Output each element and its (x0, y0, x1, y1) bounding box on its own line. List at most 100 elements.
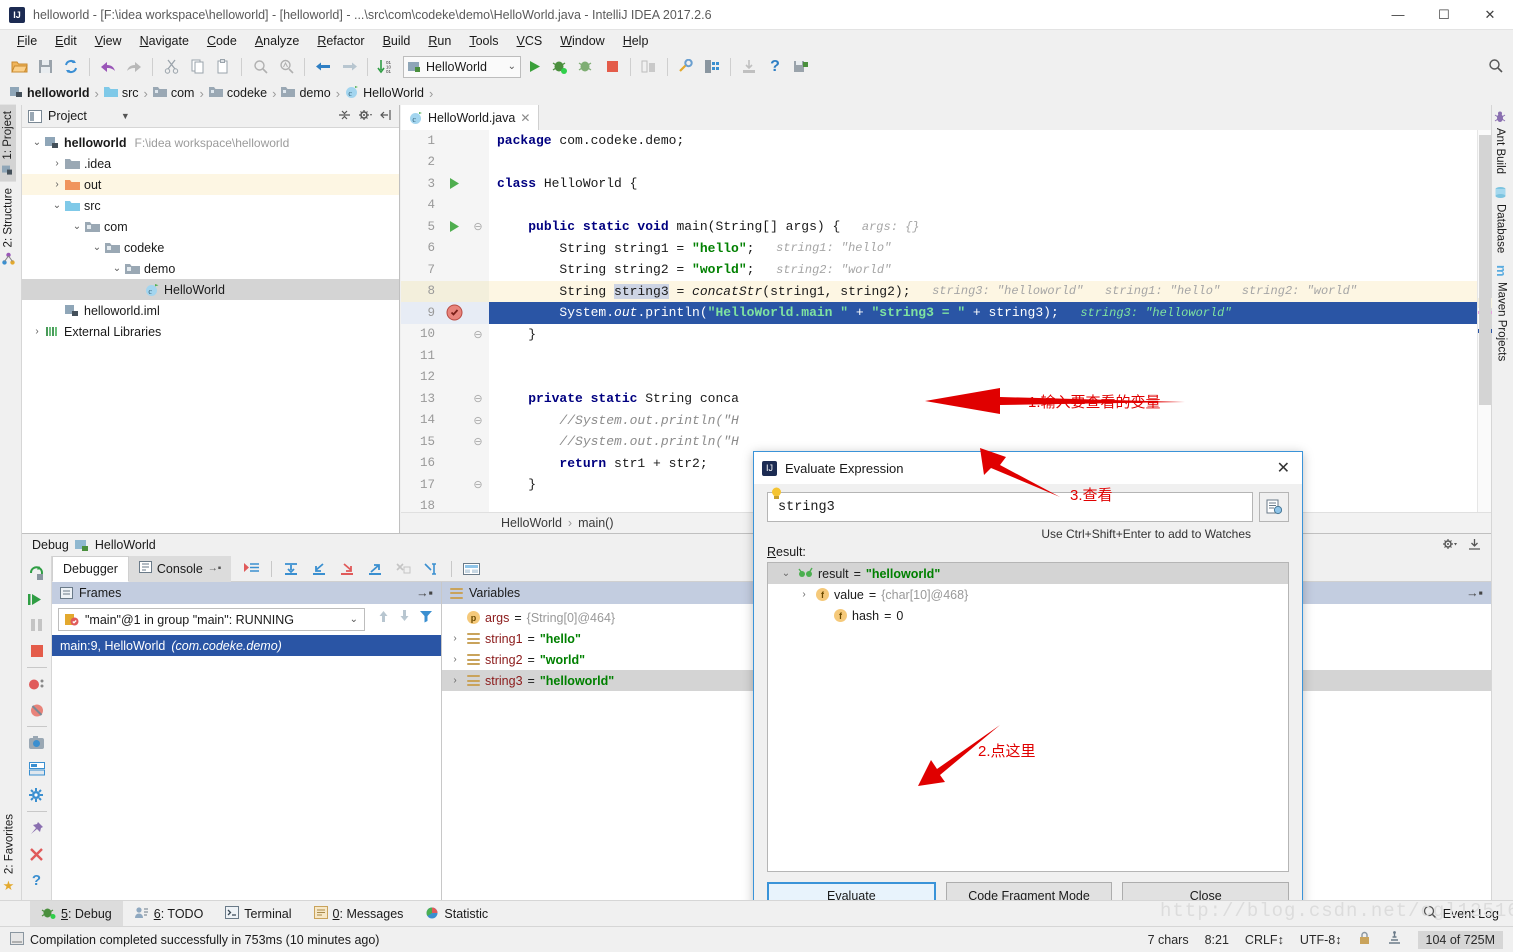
frames-panel-pin-icon[interactable]: →▪ (416, 586, 441, 600)
settings-gear-icon[interactable] (358, 109, 373, 124)
result-row-result[interactable]: ⌄ result = "helloworld" (768, 563, 1288, 584)
menu-item-refactor[interactable]: Refactor (308, 32, 373, 50)
tree-expand-arrow[interactable]: ⌄ (90, 242, 104, 253)
thread-selector[interactable]: "main"@1 in group "main": RUNNING ⌄ (58, 608, 365, 631)
make-project-icon[interactable] (788, 55, 814, 79)
menu-item-code[interactable]: Code (198, 32, 246, 50)
intention-bulb-icon[interactable] (770, 487, 783, 507)
gutter-marker[interactable] (441, 366, 467, 388)
fold-marker[interactable]: ⊖ (467, 474, 489, 496)
variables-panel-pin-icon[interactable]: →▪ (1466, 586, 1491, 600)
hector-icon[interactable] (1387, 931, 1402, 948)
sdk-manager-icon[interactable] (736, 55, 762, 79)
tree-expand-arrow[interactable]: ⌄ (50, 200, 64, 211)
fold-marker[interactable] (467, 237, 489, 259)
run-configuration-selector[interactable]: HelloWorld ⌄ (403, 55, 521, 78)
bottom-tab-0--messages[interactable]: 0: Messages (303, 901, 415, 927)
gutter-marker[interactable] (441, 452, 467, 474)
variable-expand-arrow[interactable]: › (448, 654, 462, 665)
minimize-button[interactable]: — (1375, 0, 1421, 30)
tree-node-helloworld-iml[interactable]: helloworld.iml (22, 300, 399, 321)
fold-marker[interactable] (467, 452, 489, 474)
run-icon[interactable] (521, 55, 547, 79)
help-debug-icon[interactable]: ? (24, 867, 50, 893)
menu-item-navigate[interactable]: Navigate (131, 32, 198, 50)
fold-marker[interactable] (467, 130, 489, 152)
editor-breadcrumb-item-0[interactable]: HelloWorld (501, 516, 562, 530)
run-to-cursor-icon[interactable] (419, 558, 444, 580)
menu-item-vcs[interactable]: VCS (508, 32, 552, 50)
variable-expand-arrow[interactable]: › (448, 675, 462, 686)
status-caret-position[interactable]: 8:21 (1205, 933, 1229, 947)
code-line-15[interactable]: 15 ⊖ //System.out.println("H (401, 431, 1491, 453)
hide-panel-icon[interactable] (380, 109, 392, 124)
tree-node-src[interactable]: ⌄ src (22, 195, 399, 216)
gutter-marker[interactable] (441, 495, 467, 512)
debug-settings-gear-icon[interactable] (1442, 538, 1458, 553)
fold-marker[interactable]: ⊖ (467, 323, 489, 345)
tool-window-ant-build[interactable]: Ant Build (1492, 105, 1508, 180)
breadcrumb-item-helloworld[interactable]: helloworld (6, 83, 94, 103)
show-execution-point-icon[interactable] (239, 558, 264, 580)
expression-history-button[interactable] (1259, 492, 1289, 522)
code-line-5[interactable]: 5 ⊖ public static void main(String[] args… (401, 216, 1491, 238)
bottom-tab-5--debug[interactable]: 5: Debug (30, 900, 123, 927)
menu-item-view[interactable]: View (86, 32, 131, 50)
fold-marker[interactable] (467, 280, 489, 302)
hide-debug-panel-icon[interactable] (1468, 538, 1481, 553)
resume-program-icon[interactable] (24, 586, 50, 612)
tree-expand-arrow[interactable]: ⌄ (70, 221, 84, 232)
code-line-14[interactable]: 14 ⊖ //System.out.println("H (401, 409, 1491, 431)
fold-marker[interactable]: ⊖ (467, 216, 489, 238)
redo-icon[interactable] (121, 55, 147, 79)
gutter-marker[interactable] (441, 151, 467, 173)
back-icon[interactable] (310, 55, 336, 79)
step-into-icon[interactable] (307, 558, 332, 580)
tree-expand-arrow[interactable]: › (50, 158, 64, 169)
fold-marker[interactable] (467, 173, 489, 195)
open-project-icon[interactable] (6, 55, 32, 79)
tree-node-com[interactable]: ⌄ com (22, 216, 399, 237)
frame-row[interactable]: main:9, HelloWorld (com.codeke.demo) (52, 635, 441, 656)
sort-icon[interactable]: 01 10 01 (373, 55, 399, 79)
code-line-6[interactable]: 6 String string1 = "hello"; string1: "he… (401, 237, 1491, 259)
settings-wrench-icon[interactable] (673, 55, 699, 79)
gutter-marker[interactable] (441, 259, 467, 281)
tool-window-maven[interactable]: m Maven Projects (1492, 259, 1511, 367)
menu-item-help[interactable]: Help (614, 32, 658, 50)
stop-program-icon[interactable] (24, 638, 50, 664)
step-out-icon[interactable] (363, 558, 388, 580)
save-all-icon[interactable] (32, 55, 58, 79)
gutter-marker[interactable] (441, 302, 467, 324)
paste-icon[interactable] (210, 55, 236, 79)
project-view-chevron-icon[interactable]: ▼ (121, 111, 130, 121)
menu-item-tools[interactable]: Tools (460, 32, 507, 50)
cut-icon[interactable] (158, 55, 184, 79)
editor-vertical-scrollbar[interactable] (1479, 135, 1491, 405)
tree-expand-arrow[interactable]: › (30, 326, 44, 337)
code-line-8[interactable]: 8 String string3 = concatStr (string1, st… (401, 280, 1491, 302)
debug-icon[interactable] (547, 55, 573, 79)
tree-node-demo[interactable]: ⌄ demo (22, 258, 399, 279)
memory-indicator[interactable]: 104 of 725M (1417, 930, 1503, 949)
breadcrumb-item-src[interactable]: src (100, 83, 143, 103)
force-step-into-icon[interactable] (335, 558, 360, 580)
forward-icon[interactable] (336, 55, 362, 79)
code-line-3[interactable]: 3 class HelloWorld { (401, 173, 1491, 195)
menu-item-build[interactable]: Build (374, 32, 420, 50)
tree-expand-arrow[interactable]: › (50, 179, 64, 190)
code-line-1[interactable]: 1 package com.codeke.demo; (401, 130, 1491, 152)
pin-tab-icon[interactable] (24, 815, 50, 841)
menu-item-edit[interactable]: Edit (46, 32, 86, 50)
menu-item-file[interactable]: File (8, 32, 46, 50)
collapse-all-icon[interactable] (338, 109, 351, 124)
code-line-7[interactable]: 7 String string2 = "world"; string2: "wo… (401, 259, 1491, 281)
status-line-separator[interactable]: CRLF↕ (1245, 933, 1284, 947)
gutter-marker[interactable] (441, 323, 467, 345)
fold-marker[interactable] (467, 302, 489, 324)
debug-tab-debugger[interactable]: Debugger (52, 555, 129, 582)
dialog-close-icon[interactable]: ✕ (1273, 458, 1294, 478)
mute-breakpoints-icon[interactable] (24, 697, 50, 723)
view-breakpoints-icon[interactable] (24, 671, 50, 697)
result-expand-arrow[interactable]: › (797, 589, 811, 600)
